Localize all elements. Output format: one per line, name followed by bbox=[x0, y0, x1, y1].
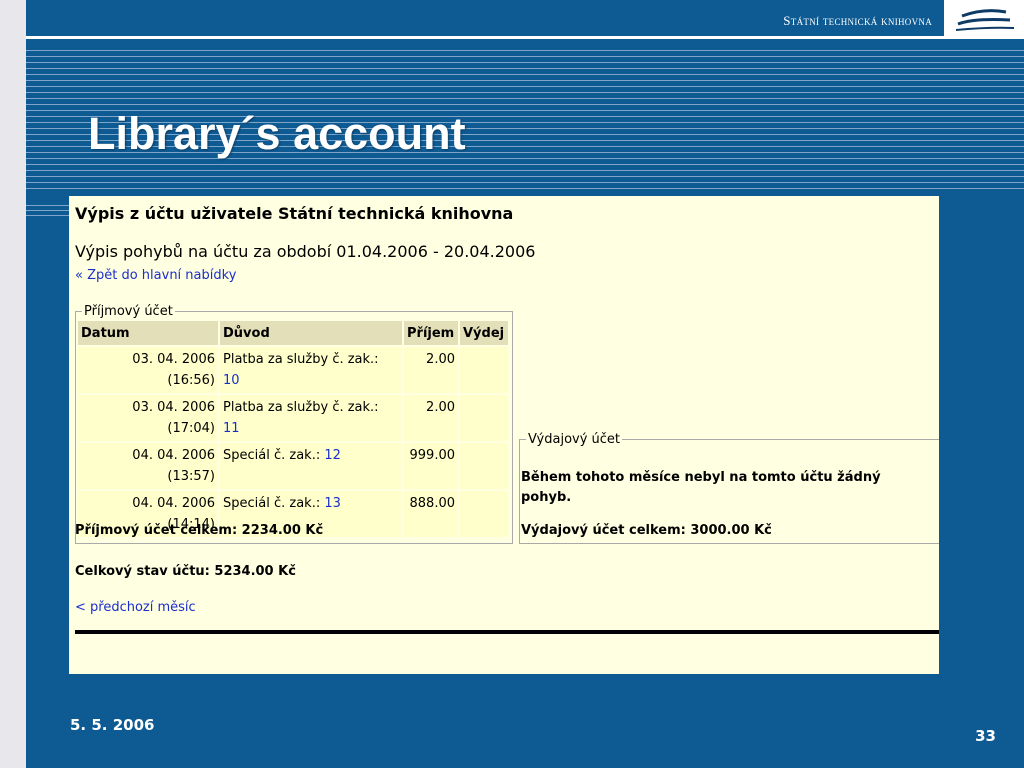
row-reason-text: Speciál č. zak.: bbox=[223, 496, 321, 511]
previous-month-link[interactable]: < předchozí měsíc bbox=[75, 600, 196, 615]
row-expense bbox=[460, 491, 508, 537]
stk-logo-icon bbox=[944, 0, 1024, 38]
row-date-time: (13:57) bbox=[167, 469, 215, 484]
row-date-day: 04. 04. 2006 bbox=[132, 448, 215, 463]
order-number-link[interactable]: 10 bbox=[223, 373, 240, 388]
row-date-day: 03. 04. 2006 bbox=[132, 400, 215, 415]
income-table: Datum Důvod Příjem Výdej 03. 04. 2006 (16… bbox=[76, 319, 510, 539]
row-income: 2.00 bbox=[404, 347, 458, 393]
column-header-date: Datum bbox=[78, 321, 218, 345]
row-date-time: (17:04) bbox=[167, 421, 215, 436]
footer-date: 5. 5. 2006 bbox=[70, 716, 155, 734]
row-reason-text: Speciál č. zak.: bbox=[223, 448, 321, 463]
page-number: 33 bbox=[975, 727, 996, 745]
row-date-time: (16:56) bbox=[167, 373, 215, 388]
row-reason: Speciál č. zak.: 12 bbox=[220, 443, 402, 489]
income-account-legend: Příjmový účet bbox=[84, 304, 173, 319]
column-header-expense: Výdej bbox=[460, 321, 508, 345]
expense-account-message: Během tohoto měsíce nebyl na tomto účtu … bbox=[521, 470, 881, 505]
row-date: 03. 04. 2006 (16:56) bbox=[78, 347, 218, 393]
row-income: 888.00 bbox=[404, 491, 458, 537]
row-income: 2.00 bbox=[404, 395, 458, 441]
account-statement-screenshot: Výpis z účtu uživatele Státní technická … bbox=[69, 196, 939, 674]
row-date: 04. 04. 2006 (13:57) bbox=[78, 443, 218, 489]
income-account-group: Příjmový účet Datum Důvod Příjem Výdej 0… bbox=[75, 304, 513, 544]
statement-period: Výpis pohybů na účtu za období 01.04.200… bbox=[75, 242, 536, 261]
row-reason: Platba za služby č. zak.: 11 bbox=[220, 395, 402, 441]
row-reason: Platba za služby č. zak.: 10 bbox=[220, 347, 402, 393]
expense-account-legend: Výdajový účet bbox=[528, 432, 621, 447]
horizontal-rule bbox=[75, 630, 939, 634]
row-date: 03. 04. 2006 (17:04) bbox=[78, 395, 218, 441]
slide-title: Library´s account bbox=[88, 108, 466, 159]
statement-heading: Výpis z účtu uživatele Státní technická … bbox=[75, 204, 514, 223]
column-header-reason: Důvod bbox=[220, 321, 402, 345]
table-row: 04. 04. 2006 (13:57) Speciál č. zak.: 12 … bbox=[78, 443, 508, 489]
order-number-link[interactable]: 13 bbox=[324, 496, 341, 511]
income-account-total: Příjmový účet celkem: 2234.00 Kč bbox=[75, 523, 324, 538]
table-row: 03. 04. 2006 (16:56) Platba za služby č. … bbox=[78, 347, 508, 393]
left-margin-strip bbox=[0, 0, 26, 768]
top-bar-divider bbox=[26, 36, 1024, 39]
back-to-main-menu-link[interactable]: « Zpět do hlavní nabídky bbox=[75, 268, 236, 283]
row-expense bbox=[460, 443, 508, 489]
overall-balance: Celkový stav účtu: 5234.00 Kč bbox=[75, 564, 296, 579]
row-reason-text: Platba za služby č. zak.: bbox=[223, 352, 379, 367]
decorative-stripes-fade bbox=[26, 205, 70, 217]
table-row: 03. 04. 2006 (17:04) Platba za služby č. … bbox=[78, 395, 508, 441]
order-number-link[interactable]: 12 bbox=[324, 448, 341, 463]
income-table-header: Datum Důvod Příjem Výdej bbox=[78, 321, 508, 345]
row-expense bbox=[460, 395, 508, 441]
row-reason-text: Platba za služby č. zak.: bbox=[223, 400, 379, 415]
row-income: 999.00 bbox=[404, 443, 458, 489]
row-expense bbox=[460, 347, 508, 393]
column-header-income: Příjem bbox=[404, 321, 458, 345]
expense-account-total: Výdajový účet celkem: 3000.00 Kč bbox=[521, 523, 772, 538]
organization-name: Státní technická knihovna bbox=[783, 13, 932, 28]
row-date-day: 03. 04. 2006 bbox=[132, 352, 215, 367]
row-date-day: 04. 04. 2006 bbox=[132, 496, 215, 511]
order-number-link[interactable]: 11 bbox=[223, 421, 240, 436]
